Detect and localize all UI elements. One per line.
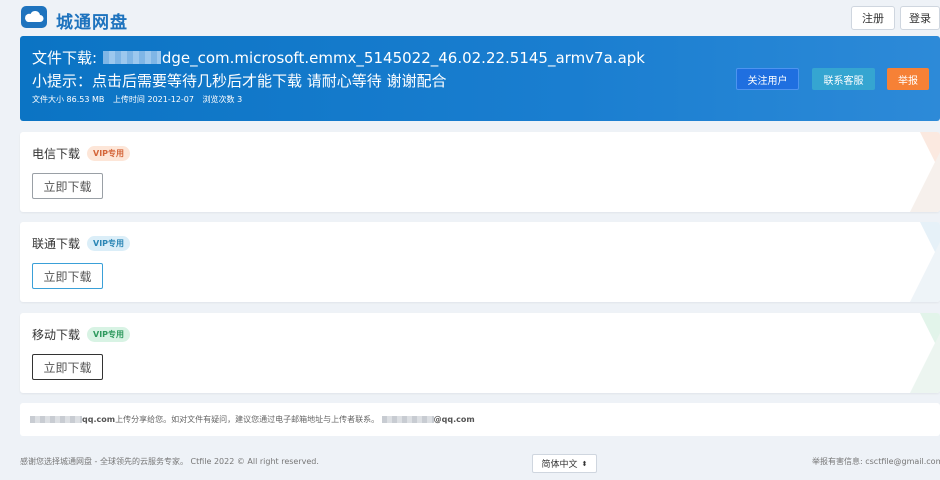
sort-arrows-icon: ⬍	[581, 459, 588, 468]
file-title: 文件下载: dge_com.microsoft.emmx_5145022_46.…	[32, 47, 645, 68]
register-button[interactable]: 注册	[851, 6, 895, 30]
vip-badge: VIP专用	[87, 236, 131, 251]
follow-user-button[interactable]: 关注用户	[736, 68, 799, 90]
redacted-email	[381, 416, 434, 423]
card-decoration	[910, 313, 940, 393]
file-meta: 文件大小 86.53 MB 上传时间 2021-12-07 浏览次数 3	[32, 94, 248, 105]
file-size: 文件大小 86.53 MB	[32, 95, 105, 104]
cloud-logo-icon[interactable]	[21, 6, 47, 28]
view-count: 浏览次数 3	[202, 95, 243, 104]
language-select[interactable]: 简体中文 ⬍	[532, 454, 597, 473]
mobile-download-card: 移动下载 VIP专用 立即下载	[20, 313, 940, 393]
contact-support-button[interactable]: 联系客服	[812, 68, 875, 90]
share-message: 上传分享给您。如对文件有疑问，建议您通过电子邮箱地址与上传者联系。	[115, 415, 380, 424]
footer-copyright: 感谢您选择城通网盘 - 全球领先的云服务专家。 Ctfile 2022 © Al…	[20, 457, 319, 466]
redacted-email	[30, 416, 82, 423]
vip-badge: VIP专用	[87, 146, 131, 161]
top-bar: 城通网盘 注册 登录	[0, 0, 940, 36]
share-info: qq.com 上传分享给您。如对文件有疑问，建议您通过电子邮箱地址与上传者联系。…	[20, 403, 940, 436]
unicom-download-card: 联通下载 VIP专用 立即下载	[20, 222, 940, 302]
telecom-download-card: 电信下载 VIP专用 立即下载	[20, 132, 940, 212]
download-tip: 小提示：点击后需要等待几秒后才能下载 请耐心等待 谢谢配合	[32, 72, 447, 90]
card-decoration	[910, 132, 940, 212]
login-button[interactable]: 登录	[900, 6, 940, 30]
report-button[interactable]: 举报	[887, 68, 929, 90]
download-label: 联通下载	[32, 237, 81, 251]
upload-time: 上传时间 2021-12-07	[112, 95, 194, 104]
brand-name[interactable]: 城通网盘	[56, 8, 128, 33]
file-name: dge_com.microsoft.emmx_5145022_46.02.22.…	[161, 49, 645, 67]
vip-badge: VIP专用	[87, 327, 131, 342]
download-label: 移动下载	[32, 328, 81, 342]
download-now-button[interactable]: 立即下载	[32, 354, 103, 380]
download-now-button[interactable]: 立即下载	[32, 173, 103, 199]
download-label: 电信下载	[32, 147, 81, 161]
redacted-text	[102, 51, 161, 64]
contact-email[interactable]: @qq.com	[434, 415, 475, 424]
download-now-button[interactable]: 立即下载	[32, 263, 103, 289]
file-info-banner: 文件下载: dge_com.microsoft.emmx_5145022_46.…	[20, 36, 940, 121]
file-title-prefix: 文件下载:	[32, 49, 102, 67]
language-value: 简体中文	[541, 460, 578, 470]
report-contact[interactable]: 举报有害信息: csctfile@gmail.com	[812, 456, 940, 467]
card-decoration	[910, 222, 940, 302]
sender-email[interactable]: qq.com	[82, 415, 115, 424]
